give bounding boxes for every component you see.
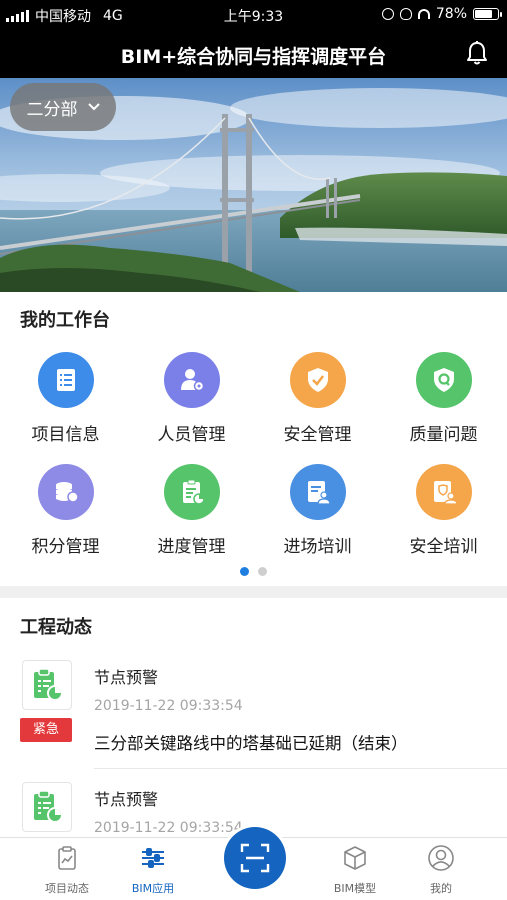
workbench-item-label: 安全培训: [409, 537, 478, 557]
workbench-item-project-info[interactable]: 项目信息: [2, 344, 129, 456]
department-label: 二分部: [26, 99, 78, 120]
workbench-item-safety[interactable]: 安全管理: [254, 344, 381, 456]
workbench-item-label: 进度管理: [157, 537, 226, 557]
tab-project-dynamics[interactable]: 项目动态: [17, 838, 117, 900]
page-title: BIM+综合协同与指挥调度平台: [120, 46, 387, 68]
lock-rotation-icon: [381, 8, 394, 20]
workbench-item-quality[interactable]: 质量问题: [380, 344, 507, 456]
workbench-item-label: 安全管理: [283, 425, 352, 445]
doc-shield-person-icon: [416, 464, 472, 520]
news-title: 工程动态: [20, 617, 92, 638]
tab-bim-application[interactable]: BIM应用: [103, 838, 203, 900]
workbench-item-personnel[interactable]: 人员管理: [128, 344, 255, 456]
news-item-title: 节点预警: [94, 668, 159, 687]
page-indicator: [0, 567, 507, 576]
workbench-item-label: 项目信息: [31, 425, 100, 445]
profile-icon: [428, 845, 454, 871]
news-item-title: 节点预警: [94, 790, 159, 809]
bell-icon[interactable]: [465, 40, 489, 66]
battery-percent: 78%: [435, 6, 467, 22]
urgent-badge: 紧急: [20, 718, 72, 742]
clipboard-chart-icon: [164, 464, 220, 520]
page-dot-active[interactable]: [240, 567, 249, 576]
tab-label: 我的: [430, 882, 452, 895]
headphones-icon: [417, 9, 430, 19]
workbench-item-entry-training[interactable]: 进场培训: [254, 456, 381, 568]
tab-label: BIM应用: [131, 882, 175, 895]
user-gear-icon: [164, 352, 220, 408]
shield-q-icon: [416, 352, 472, 408]
news-divider: [94, 768, 507, 769]
news-item-time: 2019-11-22 09:33:54: [94, 698, 243, 714]
tab-label: 项目动态: [45, 882, 89, 895]
list-icon: [38, 352, 94, 408]
battery-icon: [473, 8, 502, 20]
workbench-item-label: 人员管理: [157, 425, 226, 445]
workbench-item-progress[interactable]: 进度管理: [128, 456, 255, 568]
clipboard-icon: [58, 846, 76, 870]
status-right: 78%: [381, 6, 502, 22]
sliders-icon: [142, 848, 164, 868]
chevron-down-icon: [87, 103, 100, 111]
workbench-item-label: 进场培训: [283, 537, 352, 557]
news-item-content: 三分部关键路线中的塔基础已延期（结束）: [94, 734, 408, 753]
workbench-item-label: 积分管理: [31, 537, 100, 557]
scan-button[interactable]: [224, 827, 286, 889]
clipboard-chart-icon: [22, 782, 72, 832]
coin-stack-icon: [38, 464, 94, 520]
tab-bim-model[interactable]: BIM模型: [305, 838, 405, 900]
alarm-icon: [399, 8, 412, 20]
cube-icon: [344, 846, 366, 870]
app-header: BIM+综合协同与指挥调度平台: [0, 30, 507, 78]
tab-mine[interactable]: 我的: [391, 838, 491, 900]
workbench-item-points[interactable]: 积分管理: [2, 456, 129, 568]
tab-label: BIM模型: [333, 882, 377, 895]
workbench-title: 我的工作台: [20, 310, 110, 331]
shield-check-icon: [290, 352, 346, 408]
workbench-item-safety-training[interactable]: 安全培训: [380, 456, 507, 568]
status-bar: 中国移动 4G 上午9:33 78%: [0, 0, 507, 30]
page-dot[interactable]: [258, 567, 267, 576]
doc-person-icon: [290, 464, 346, 520]
section-divider: [0, 586, 507, 598]
scan-icon: [240, 843, 270, 873]
news-item-time: 2019-11-22 09:33:54: [94, 820, 243, 836]
clipboard-chart-icon: [22, 660, 72, 710]
workbench-item-label: 质量问题: [409, 425, 478, 445]
department-selector[interactable]: 二分部: [10, 83, 116, 131]
